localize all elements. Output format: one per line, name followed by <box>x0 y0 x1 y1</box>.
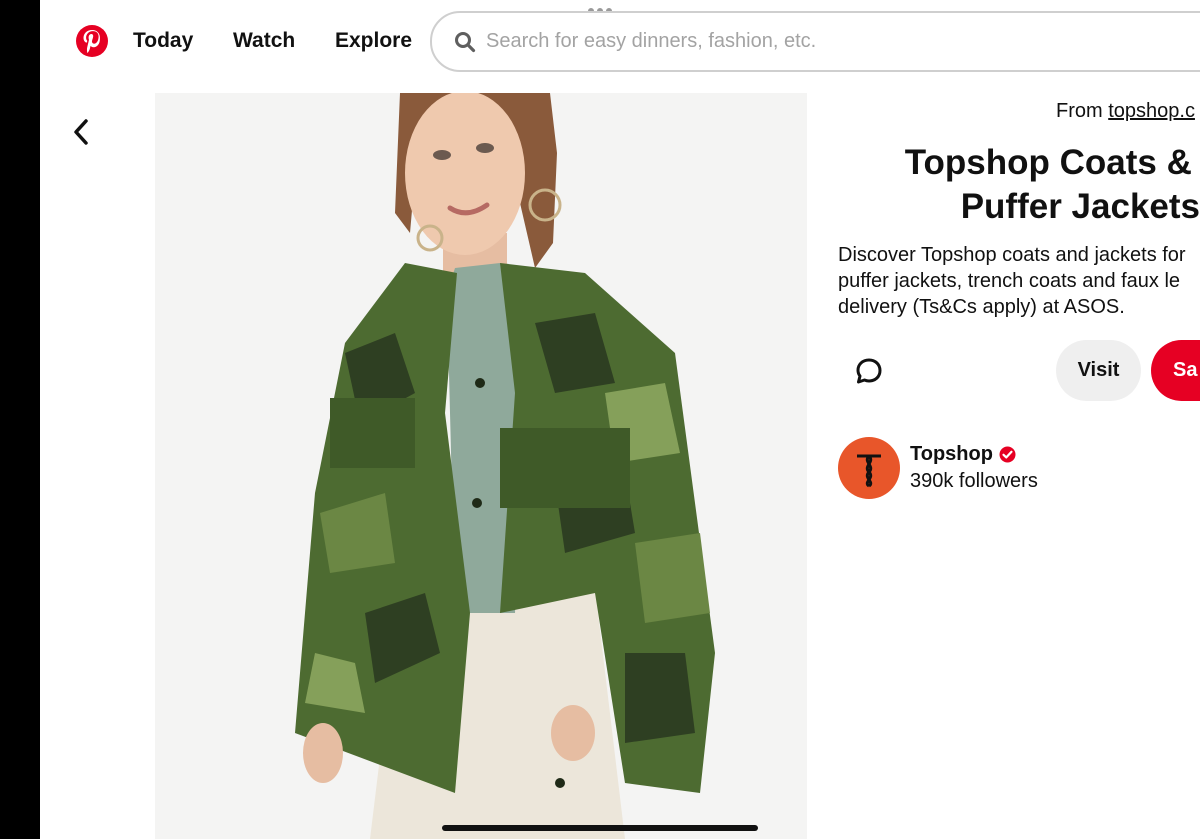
nav-explore[interactable]: Explore <box>335 29 412 53</box>
description-line: Discover Topshop coats and jackets for <box>838 244 1186 266</box>
description-line: puffer jackets, trench coats and faux le <box>838 270 1181 292</box>
description-line: delivery (Ts&Cs apply) at ASOS. <box>838 296 1125 318</box>
pin-description: Discover Topshop coats and jackets for p… <box>838 242 1200 320</box>
search-icon <box>455 31 476 52</box>
pin-source: From topshop.c <box>1056 100 1195 123</box>
pinterest-logo-icon[interactable] <box>76 25 108 57</box>
pin-title-line-1: Topshop Coats & Jac <box>904 143 1200 182</box>
avatar[interactable] <box>838 437 900 499</box>
verified-icon <box>999 446 1016 463</box>
nav-watch[interactable]: Watch <box>233 29 295 53</box>
pin-image[interactable] <box>155 93 807 839</box>
profile-name[interactable]: Topshop <box>910 443 1016 466</box>
device-bezel <box>0 0 40 839</box>
pin-title-line-2: Puffer Jackets <box>960 187 1200 226</box>
pin-source-link[interactable]: topshop.c <box>1108 100 1195 122</box>
profile-name-text[interactable]: Topshop <box>910 443 993 466</box>
nav-today[interactable]: Today <box>133 29 193 53</box>
chevron-left-icon <box>74 119 88 145</box>
home-indicator[interactable] <box>442 825 758 831</box>
back-button[interactable] <box>64 112 98 152</box>
follower-count: 390k followers <box>910 470 1038 492</box>
search-bar[interactable] <box>430 11 1200 72</box>
save-button[interactable]: Sa <box>1151 340 1200 401</box>
comment-icon <box>856 358 882 384</box>
visit-button[interactable]: Visit <box>1056 340 1141 401</box>
search-input[interactable] <box>486 30 1136 53</box>
comment-button[interactable] <box>848 350 890 392</box>
pin-title: Topshop Coats & Jac Puffer Jackets <box>840 141 1200 229</box>
pin-source-prefix: From <box>1056 100 1109 122</box>
